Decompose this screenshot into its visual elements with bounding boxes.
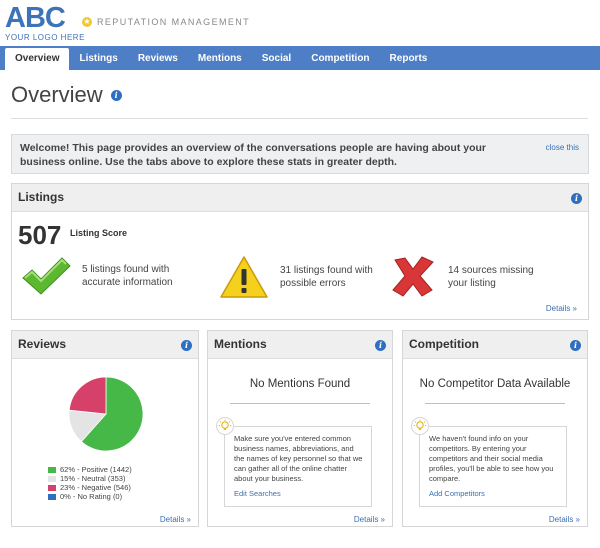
listings-details-link[interactable]: Details »	[546, 304, 577, 313]
tab-reviews[interactable]: Reviews	[128, 48, 188, 70]
legend-swatch	[48, 466, 56, 473]
tab-listings[interactable]: Listings	[69, 48, 127, 70]
product-label: REPUTATION MANAGEMENT	[97, 17, 251, 27]
info-icon[interactable]: i	[181, 340, 192, 351]
close-link[interactable]: close this	[546, 143, 579, 152]
welcome-banner: Welcome! This page provides an overview …	[11, 134, 589, 174]
stat-accurate: 5 listings found with accurate informati…	[20, 254, 182, 298]
stat-text: 31 listings found with possible errors	[280, 265, 373, 289]
legend-label: 0% - No Rating (0)	[60, 492, 123, 501]
star-icon: ★	[82, 17, 92, 27]
reviews-panel-title: Reviews	[18, 337, 67, 351]
legend-label: 62% - Positive (1442)	[60, 465, 132, 474]
stat-text: 5 listings found with accurate informati…	[82, 264, 173, 288]
legend-item: 23% - Negative (546)	[48, 483, 132, 492]
warning-icon	[220, 256, 268, 298]
competition-panel-header: Competition i	[403, 331, 587, 359]
tab-mentions[interactable]: Mentions	[188, 48, 252, 70]
edit-searches-link[interactable]: Edit Searches	[234, 489, 281, 498]
stat-missing: 14 sources missing your listing	[388, 254, 548, 300]
tip-text: Make sure you've entered common business…	[234, 434, 363, 483]
info-icon[interactable]: i	[571, 193, 582, 204]
mentions-panel-header: Mentions i	[208, 331, 392, 359]
competition-details-link[interactable]: Details »	[549, 515, 580, 524]
checkmark-icon	[22, 257, 71, 295]
page-title: Overview	[11, 82, 103, 107]
stat-text: 14 sources missing your listing	[448, 265, 534, 289]
info-icon[interactable]: i	[570, 340, 581, 351]
tab-competition[interactable]: Competition	[301, 48, 379, 70]
pie-chart-svg	[68, 376, 144, 452]
legend-label: 15% - Neutral (353)	[60, 474, 126, 483]
divider	[425, 403, 565, 404]
mentions-panel-title: Mentions	[214, 337, 267, 351]
stat-errors: 31 listings found with possible errors	[218, 254, 380, 300]
legend-item: 0% - No Rating (0)	[48, 492, 132, 501]
tip-box: We haven't found info on your competitor…	[419, 426, 567, 507]
empty-state-title: No Mentions Found	[249, 378, 351, 390]
tip-box: Make sure you've entered common business…	[224, 426, 372, 507]
reviews-details-link[interactable]: Details »	[160, 515, 191, 524]
tip-text: We haven't found info on your competitor…	[429, 434, 554, 483]
legend-item: 62% - Positive (1442)	[48, 465, 132, 474]
reviews-panel-header: Reviews i	[12, 331, 198, 359]
legend-swatch	[48, 475, 56, 482]
logo-text: ABC	[5, 2, 66, 34]
lightbulb-icon	[216, 417, 234, 435]
add-competitors-link[interactable]: Add Competitors	[429, 489, 485, 498]
pie-slice-negative[interactable]	[68, 376, 107, 415]
empty-state-title: No Competitor Data Available	[419, 378, 571, 390]
listing-score: 507	[18, 220, 62, 250]
main-nav: Overview Listings Reviews Mentions Socia…	[0, 46, 600, 70]
competition-panel: Competition i No Competitor Data Availab…	[402, 330, 588, 527]
tab-reports[interactable]: Reports	[380, 48, 438, 70]
logo-tagline: YOUR LOGO HERE	[5, 33, 85, 42]
page-title-row: Overview i	[11, 82, 122, 108]
legend-swatch	[48, 493, 56, 500]
welcome-text: Welcome! This page provides an overview …	[20, 142, 487, 168]
product-header: ★ REPUTATION MANAGEMENT	[82, 17, 250, 27]
divider	[230, 403, 370, 404]
competition-panel-title: Competition	[409, 337, 479, 351]
listing-score-label: Listing Score	[70, 228, 128, 238]
title-divider	[11, 118, 588, 119]
brand-logo[interactable]: ABC YOUR LOGO HERE	[5, 2, 85, 43]
mentions-details-link[interactable]: Details »	[354, 515, 385, 524]
reviews-panel: Reviews i 62% - Positive (1442) 15% - Ne…	[11, 330, 199, 527]
legend-item: 15% - Neutral (353)	[48, 474, 132, 483]
pie-legend: 62% - Positive (1442) 15% - Neutral (353…	[48, 465, 132, 501]
info-icon[interactable]: i	[375, 340, 386, 351]
listings-panel-header: Listings i	[12, 184, 588, 212]
listings-panel-title: Listings	[18, 190, 65, 204]
tab-social[interactable]: Social	[252, 48, 301, 70]
mentions-panel: Mentions i No Mentions Found Make sure y…	[207, 330, 393, 527]
legend-label: 23% - Negative (546)	[60, 483, 131, 492]
error-x-icon	[392, 256, 434, 297]
tab-overview[interactable]: Overview	[5, 48, 70, 70]
lightbulb-icon	[411, 417, 429, 435]
listings-panel: Listings i 507 Listing Score 5 listings …	[11, 183, 589, 320]
legend-swatch	[48, 484, 56, 491]
reviews-pie-chart	[67, 375, 145, 458]
info-icon[interactable]: i	[110, 89, 122, 101]
